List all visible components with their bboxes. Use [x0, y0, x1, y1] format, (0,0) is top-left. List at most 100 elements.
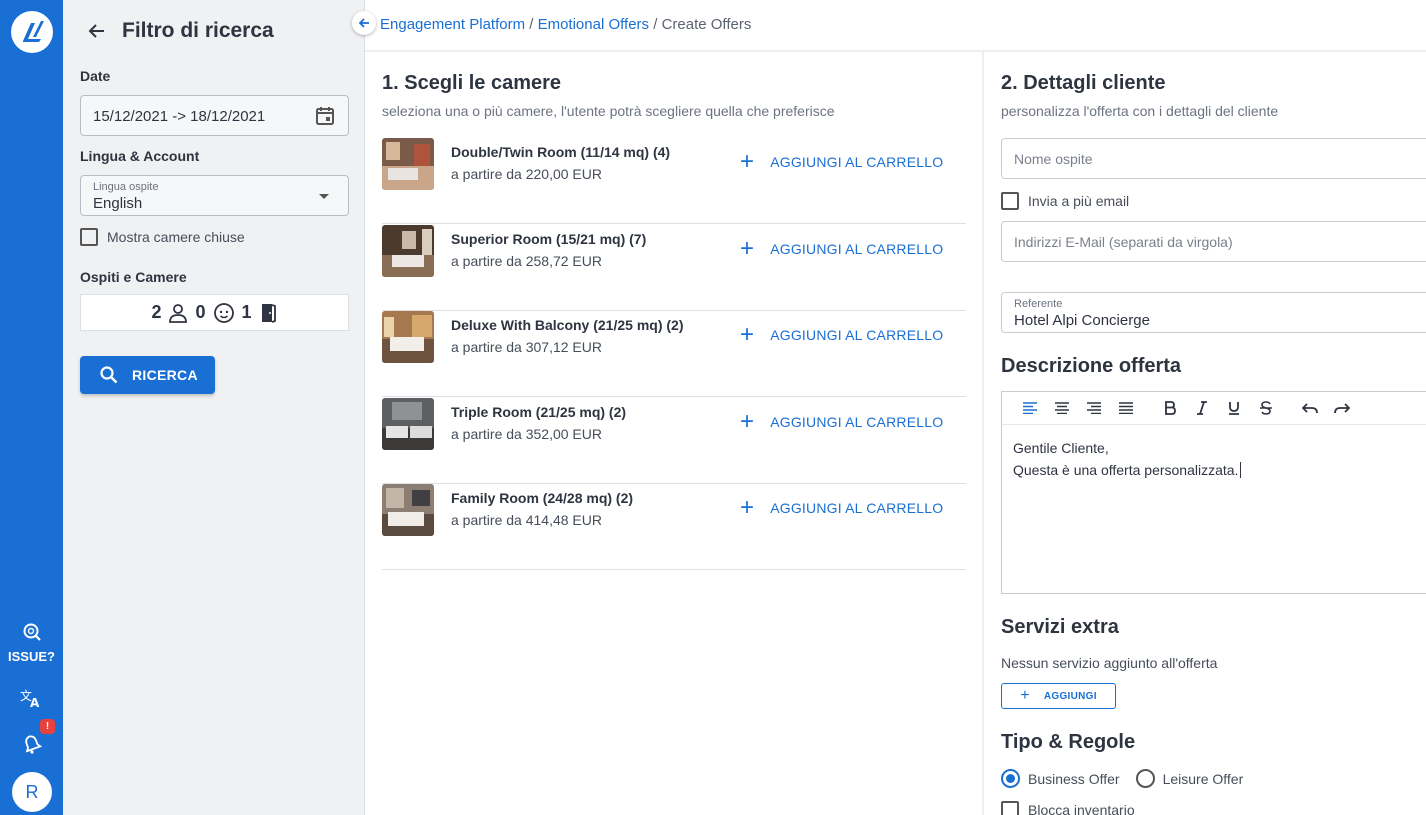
- description-line: Questa è una offerta personalizzata.: [1013, 459, 1420, 481]
- room-photo[interactable]: [382, 138, 434, 190]
- calendar-icon[interactable]: [315, 106, 335, 131]
- room-photo[interactable]: [382, 398, 434, 450]
- rooms-section: 1. Scegli le camere seleziona una o più …: [365, 52, 984, 815]
- leisure-offer-radio[interactable]: [1135, 769, 1155, 788]
- chevron-down-icon: [319, 194, 329, 199]
- add-to-cart-label: AGGIUNGI AL CARRELLO: [770, 154, 944, 170]
- add-to-cart-label: AGGIUNGI AL CARRELLO: [770, 500, 944, 516]
- room-name: Deluxe With Balcony (21/25 mq) (2): [451, 317, 684, 333]
- date-range-field[interactable]: 15/12/2021 -> 18/12/2021: [80, 95, 349, 136]
- room-price: a partire da 258,72 EUR: [451, 253, 602, 269]
- referent-select[interactable]: Referente Hotel Alpi Concierge: [1001, 292, 1426, 333]
- app-logo[interactable]: [11, 11, 53, 53]
- breadcrumb-link-engagement[interactable]: Engagement Platform: [380, 16, 525, 33]
- bold-icon[interactable]: [1154, 396, 1186, 420]
- add-extra-label: AGGIUNGI: [1043, 690, 1097, 702]
- type-rules-title: Tipo & Regole: [1001, 731, 1136, 753]
- client-subtitle: personalizza l'offerta con i dettagli de…: [1001, 103, 1279, 119]
- room-price: a partire da 307,12 EUR: [451, 339, 602, 355]
- extras-empty-text: Nessun servizio aggiunto all'offerta: [1001, 655, 1218, 671]
- plus-icon: +: [740, 235, 755, 262]
- add-to-cart-label: AGGIUNGI AL CARRELLO: [770, 414, 944, 430]
- referent-field-label: Referente: [1014, 298, 1063, 310]
- add-extra-button[interactable]: + AGGIUNGI: [1001, 683, 1116, 709]
- guest-name-input[interactable]: Nome ospite: [1001, 138, 1426, 179]
- search-button[interactable]: RICERCA: [80, 356, 215, 394]
- redo-icon[interactable]: [1326, 396, 1358, 420]
- underline-icon[interactable]: [1218, 396, 1250, 420]
- show-closed-rooms-checkbox[interactable]: Mostra camere chiuse: [80, 228, 245, 246]
- align-left-icon[interactable]: [1014, 396, 1046, 420]
- room-photo[interactable]: [382, 484, 434, 536]
- add-to-cart-button[interactable]: + AGGIUNGI AL CARRELLO: [740, 496, 944, 520]
- person-icon: [169, 303, 188, 323]
- strikethrough-icon[interactable]: [1250, 396, 1282, 420]
- arrow-left-icon: [88, 24, 104, 38]
- plus-icon: +: [740, 148, 755, 175]
- notifications-button[interactable]: [21, 733, 43, 760]
- lang-section-label: Lingua & Account: [80, 148, 200, 164]
- room-price: a partire da 414,48 EUR: [451, 512, 602, 528]
- align-center-icon[interactable]: [1046, 396, 1078, 420]
- add-to-cart-button[interactable]: + AGGIUNGI AL CARRELLO: [740, 410, 944, 434]
- room-photo[interactable]: [382, 225, 434, 277]
- room-item: Triple Room (21/25 mq) (2) a partire da …: [382, 398, 966, 484]
- referent-value: Hotel Alpi Concierge: [1014, 312, 1150, 329]
- client-title: 2. Dettagli cliente: [1001, 72, 1166, 94]
- date-label: Date: [80, 68, 111, 84]
- notification-badge: !: [40, 719, 55, 734]
- editor-content[interactable]: Gentile Cliente, Questa è una offerta pe…: [1002, 425, 1426, 493]
- adults-count: 2: [151, 302, 162, 322]
- show-closed-rooms-label: Mostra camere chiuse: [107, 229, 245, 245]
- breadcrumb: Engagement Platform / Emotional Offers /…: [380, 16, 751, 33]
- room-price: a partire da 220,00 EUR: [451, 166, 602, 182]
- business-offer-radio[interactable]: [1001, 769, 1020, 788]
- translate-icon: 文 A: [20, 688, 40, 710]
- room-photo[interactable]: [382, 311, 434, 363]
- breadcrumb-current: Create Offers: [661, 16, 752, 33]
- block-inventory-checkbox[interactable]: Blocca inventario: [1001, 801, 1135, 815]
- plus-icon: +: [740, 321, 755, 348]
- rooms-title: 1. Scegli le camere: [382, 72, 562, 94]
- avatar[interactable]: R: [12, 772, 52, 812]
- guest-name-placeholder: Nome ospite: [1014, 151, 1093, 167]
- multi-email-checkbox[interactable]: Invia a più email: [1001, 192, 1129, 210]
- guests-rooms-selector[interactable]: 2 0 1: [80, 294, 349, 331]
- checkbox-box[interactable]: [80, 228, 98, 246]
- description-editor[interactable]: Gentile Cliente, Questa è una offerta pe…: [1001, 391, 1426, 594]
- bell-icon: [25, 735, 43, 754]
- checkbox-box[interactable]: [1001, 192, 1019, 210]
- undo-icon[interactable]: [1294, 396, 1326, 420]
- align-right-icon[interactable]: [1078, 396, 1110, 420]
- door-icon: [261, 303, 276, 323]
- translate-button[interactable]: 文 A: [20, 688, 42, 713]
- back-button[interactable]: [87, 21, 107, 46]
- language-select[interactable]: Lingua ospite English: [80, 175, 349, 216]
- plus-icon: +: [1020, 687, 1030, 704]
- add-to-cart-button[interactable]: + AGGIUNGI AL CARRELLO: [740, 235, 944, 262]
- leisure-offer-label: Leisure Offer: [1162, 770, 1244, 787]
- client-section: 2. Dettagli cliente personalizza l'offer…: [986, 52, 1426, 815]
- filter-panel: Filtro di ricerca Date 15/12/2021 -> 18/…: [63, 0, 365, 815]
- date-range-value: 15/12/2021 -> 18/12/2021: [93, 108, 266, 125]
- search-button-label: RICERCA: [132, 367, 198, 383]
- issue-button[interactable]: ISSUE?: [0, 622, 63, 664]
- add-to-cart-button[interactable]: + AGGIUNGI AL CARRELLO: [740, 148, 944, 175]
- add-to-cart-button[interactable]: + AGGIUNGI AL CARRELLO: [740, 321, 943, 348]
- issue-label: ISSUE?: [8, 649, 55, 664]
- extras-title: Servizi extra: [1001, 616, 1119, 638]
- breadcrumb-link-emotional-offers[interactable]: Emotional Offers: [538, 16, 649, 33]
- breadcrumb-separator: /: [525, 16, 538, 33]
- offer-type-group: Business Offer Leisure Offer: [1001, 769, 1243, 788]
- add-to-cart-label: AGGIUNGI AL CARRELLO: [770, 241, 944, 257]
- editor-toolbar: [1002, 392, 1426, 425]
- italic-icon[interactable]: [1186, 396, 1218, 420]
- checkbox-box[interactable]: [1001, 801, 1019, 815]
- emails-input[interactable]: Indirizzi E-Mail (separati da virgola): [1001, 221, 1426, 262]
- description-title: Descrizione offerta: [1001, 355, 1182, 377]
- rooms-subtitle: seleziona una o più camere, l'utente pot…: [382, 103, 835, 119]
- multi-email-label: Invia a più email: [1028, 193, 1130, 209]
- business-offer-label: Business Offer: [1028, 770, 1120, 787]
- align-justify-icon[interactable]: [1110, 396, 1142, 420]
- collapse-panel-button[interactable]: [352, 11, 376, 35]
